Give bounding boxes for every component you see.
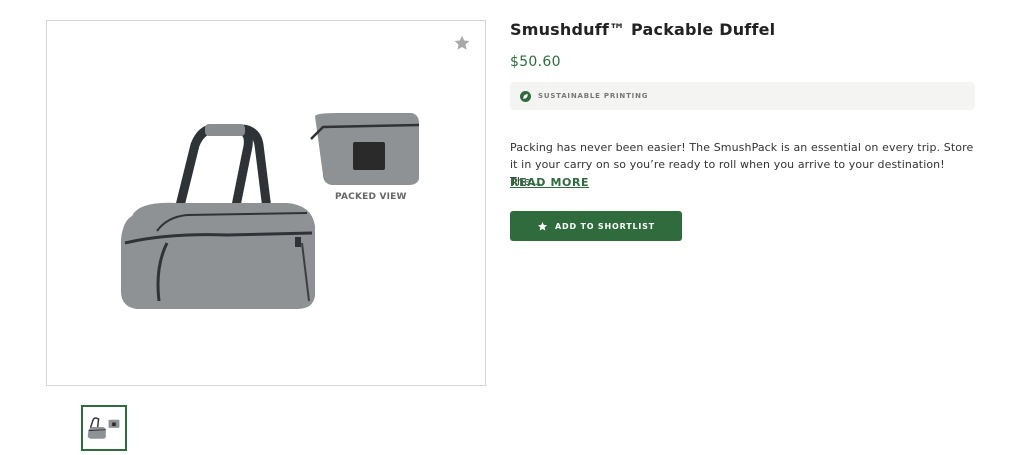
product-price: $50.60 [510,54,561,70]
duffel-thumbnail-image [87,417,120,439]
product-main-image: PACKED VIEW [46,20,486,386]
add-to-shortlist-label: ADD TO SHORTLIST [555,221,655,231]
badge-label: SUSTAINABLE PRINTING [538,92,649,100]
add-to-shortlist-button[interactable]: ADD TO SHORTLIST [510,211,682,241]
product-title: Smushduff™ Packable Duffel [510,20,776,39]
read-more-link[interactable]: READ MORE [510,176,589,189]
star-icon[interactable] [453,34,471,52]
gallery-thumbnail[interactable] [81,405,127,451]
star-icon [537,221,548,231]
sustainable-printing-badge: SUSTAINABLE PRINTING [510,82,975,110]
leaf-icon [520,90,531,102]
packed-view-label: PACKED VIEW [335,192,407,202]
duffel-bag-image [121,113,420,309]
